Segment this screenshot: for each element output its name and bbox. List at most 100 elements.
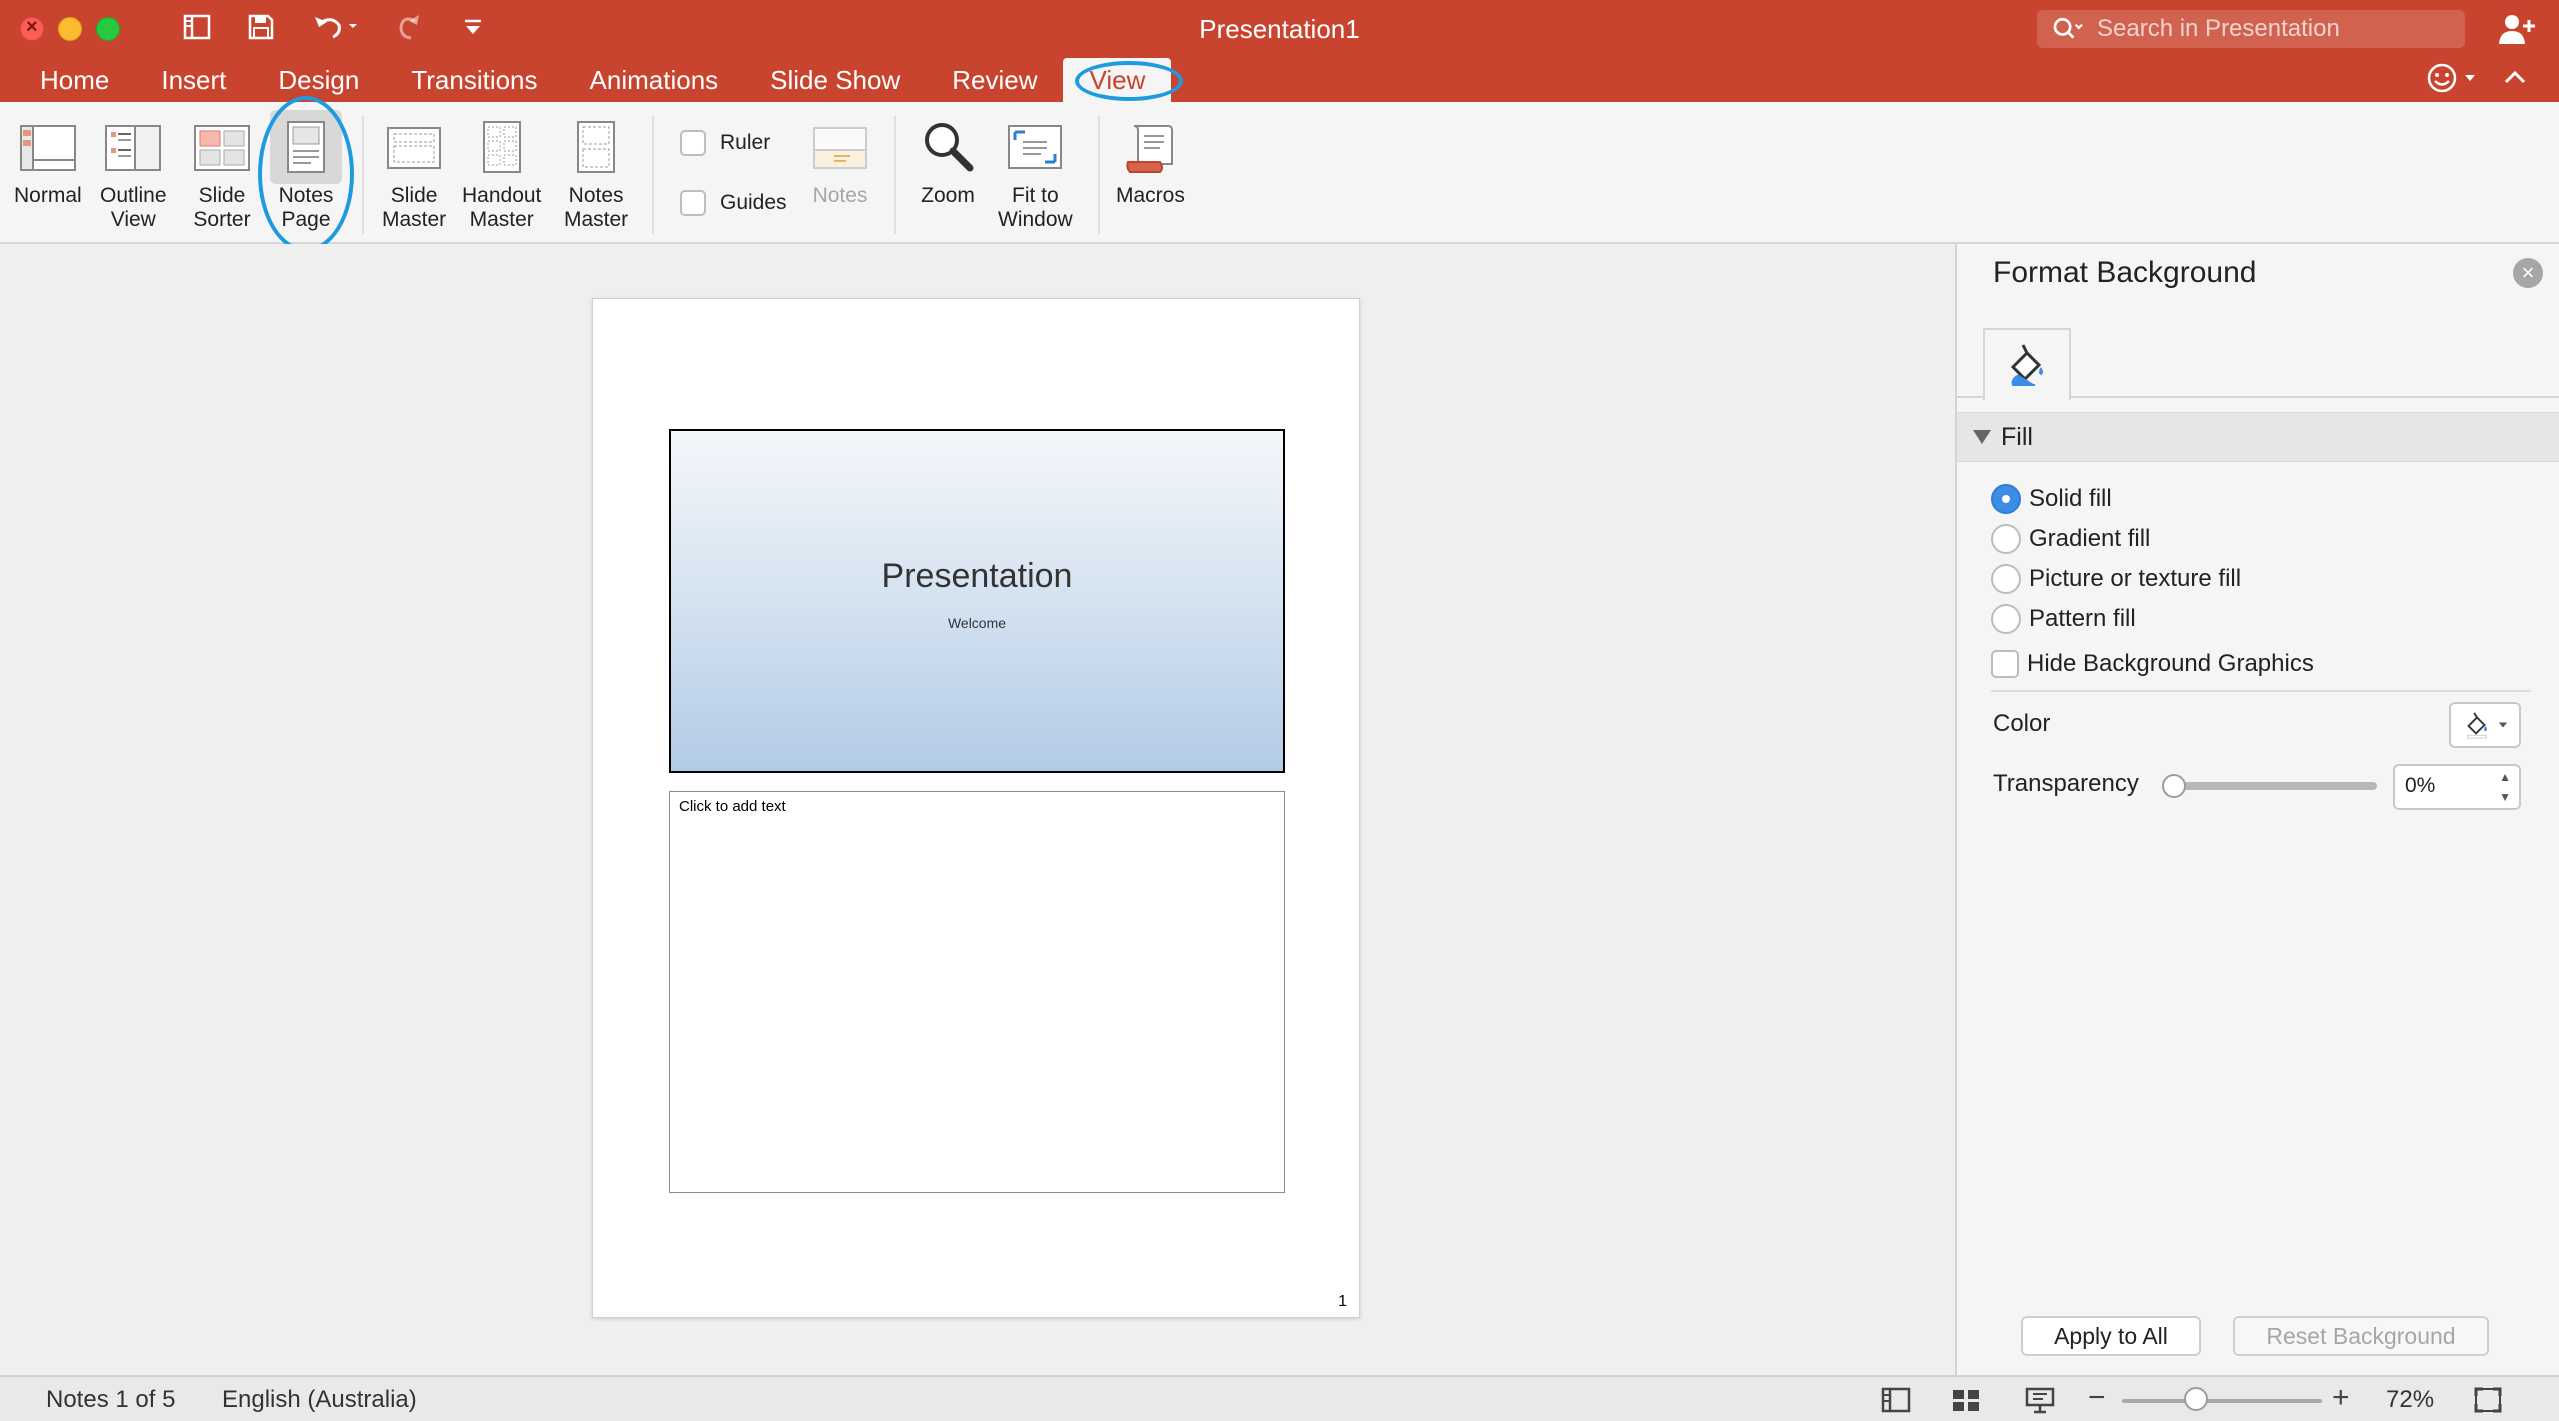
zoom-label: Zoom	[921, 184, 975, 207]
notes-master-button[interactable]: Notes Master	[564, 116, 628, 232]
slide-counter: Notes 1 of 5	[46, 1386, 176, 1413]
presenter-view-icon[interactable]	[2024, 1385, 2056, 1415]
page-number: 1	[1338, 1293, 1347, 1310]
normal-view-button[interactable]: Normal	[14, 116, 82, 208]
search-box[interactable]	[2037, 10, 2465, 48]
fit-window-label-2: Window	[998, 208, 1073, 231]
fill-section-header[interactable]: Fill	[1957, 412, 2559, 462]
paint-bucket-icon	[2467, 712, 2487, 739]
transparency-label: Transparency	[1993, 770, 2139, 797]
reset-background-button[interactable]: Reset Background	[2233, 1316, 2489, 1356]
gradient-fill-radio[interactable]	[1991, 524, 2021, 554]
highlight-ring	[1075, 61, 1184, 101]
macros-button[interactable]: Macros	[1116, 116, 1185, 208]
share-icon[interactable]	[2496, 12, 2536, 46]
stepper-down-icon[interactable]: ▼	[2499, 790, 2511, 804]
tab-view[interactable]: View	[1063, 58, 1184, 102]
language-indicator[interactable]: English (Australia)	[222, 1386, 417, 1414]
ribbon-separator	[1098, 116, 1100, 234]
solid-fill-radio[interactable]	[1991, 484, 2021, 514]
ribbon-tabs: Home Insert Design Transitions Animation…	[0, 58, 1184, 102]
transparency-slider[interactable]	[2169, 782, 2377, 790]
hide-graphics-option[interactable]: Hide Background Graphics	[1991, 650, 2314, 678]
ruler-label: Ruler	[720, 131, 771, 154]
pattern-fill-option[interactable]: Pattern fill	[1991, 604, 2136, 634]
zoom-in-icon[interactable]: +	[2332, 1381, 2350, 1415]
search-icon	[2053, 17, 2083, 39]
magnifier-icon	[916, 116, 980, 178]
scroll-icon	[1118, 116, 1182, 178]
picture-fill-option[interactable]: Picture or texture fill	[1991, 564, 2241, 594]
tab-slide-show[interactable]: Slide Show	[744, 58, 926, 102]
apply-to-all-button[interactable]: Apply to All	[2021, 1316, 2201, 1356]
slide-sorter-button[interactable]: Slide Sorter	[190, 116, 254, 232]
handout-master-label-2: Master	[469, 208, 534, 231]
picture-fill-radio[interactable]	[1991, 564, 2021, 594]
paint-bucket-icon	[2010, 344, 2043, 386]
zoom-slider-knob[interactable]	[2184, 1387, 2208, 1411]
ruler-checkbox-row[interactable]: Ruler	[680, 130, 770, 156]
ruler-checkbox[interactable]	[680, 130, 706, 156]
slide-master-button[interactable]: Slide Master	[382, 116, 446, 232]
slide-title: Presentation	[881, 557, 1073, 595]
zoom-out-icon[interactable]: −	[2088, 1381, 2106, 1415]
slide-subtitle: Welcome	[947, 615, 1007, 631]
pane-divider	[1991, 690, 2531, 692]
zoom-level[interactable]: 72%	[2386, 1386, 2434, 1414]
zoom-slider[interactable]	[2122, 1399, 2322, 1403]
tab-review[interactable]: Review	[926, 58, 1063, 102]
fit-window-label: Fit to	[1012, 184, 1059, 207]
transparency-input[interactable]	[2405, 774, 2495, 798]
fill-tab[interactable]	[1983, 328, 2071, 400]
smiley-icon	[2427, 63, 2457, 93]
slide-canvas: Presentation Welcome Click to add text 1	[0, 244, 1955, 1375]
gradient-fill-option[interactable]: Gradient fill	[1991, 524, 2150, 554]
disclosure-triangle-icon	[1973, 430, 1991, 444]
ribbon-separator	[894, 116, 896, 234]
guides-checkbox-row[interactable]: Guides	[680, 190, 787, 216]
tab-insert[interactable]: Insert	[135, 58, 252, 102]
guides-checkbox[interactable]	[680, 190, 706, 216]
title-bar: Presentation1 Home Insert Design Transit…	[0, 0, 2559, 102]
notes-button[interactable]: Notes	[808, 116, 872, 208]
search-input[interactable]	[2097, 15, 2457, 43]
transparency-slider-knob[interactable]	[2162, 774, 2186, 798]
fit-to-window-icon	[1003, 116, 1067, 178]
handout-master-button[interactable]: Handout Master	[462, 116, 541, 232]
handout-master-icon	[470, 116, 534, 178]
solid-fill-option[interactable]: Solid fill	[1991, 484, 2112, 514]
notes-page-highlight-ring	[258, 96, 354, 252]
status-bar: Notes 1 of 5 English (Australia) − + 72%	[0, 1375, 2559, 1421]
slide-master-label-2: Master	[382, 208, 447, 231]
slide-thumbnail[interactable]: Presentation Welcome	[669, 429, 1285, 773]
sorter-label: Slide	[198, 184, 246, 207]
tab-animations[interactable]: Animations	[564, 58, 745, 102]
tab-design[interactable]: Design	[252, 58, 385, 102]
feedback-button[interactable]	[2426, 62, 2476, 94]
transparency-stepper[interactable]: ▲ ▼	[2393, 764, 2521, 810]
guides-label: Guides	[720, 191, 787, 214]
close-pane-icon[interactable]: ×	[2513, 258, 2543, 288]
fit-to-window-button[interactable]: Fit to Window	[998, 116, 1073, 232]
gradient-fill-label: Gradient fill	[2029, 525, 2151, 552]
notes-master-label: Notes	[568, 184, 624, 207]
notes-placeholder[interactable]: Click to add text	[669, 791, 1285, 1193]
tab-home[interactable]: Home	[0, 58, 135, 102]
hide-graphics-label: Hide Background Graphics	[2027, 650, 2314, 677]
normal-view-icon[interactable]	[1880, 1385, 1912, 1415]
zoom-button[interactable]: Zoom	[916, 116, 980, 208]
fit-to-window-icon[interactable]	[2472, 1385, 2504, 1415]
outline-view-button[interactable]: Outline View	[100, 116, 167, 232]
pattern-fill-radio[interactable]	[1991, 604, 2021, 634]
macros-label: Macros	[1116, 184, 1185, 207]
notes-page: Presentation Welcome Click to add text 1	[592, 298, 1360, 1318]
slide-sorter-icon	[190, 116, 254, 178]
slide-sorter-icon[interactable]	[1950, 1385, 1982, 1415]
color-picker-button[interactable]	[2449, 702, 2521, 748]
ribbon-separator	[652, 116, 654, 234]
stepper-up-icon[interactable]: ▲	[2499, 770, 2511, 784]
tab-transitions[interactable]: Transitions	[385, 58, 563, 102]
slide-master-label: Slide	[390, 184, 438, 207]
hide-graphics-checkbox[interactable]	[1991, 650, 2019, 678]
collapse-ribbon-icon[interactable]	[2503, 66, 2527, 90]
